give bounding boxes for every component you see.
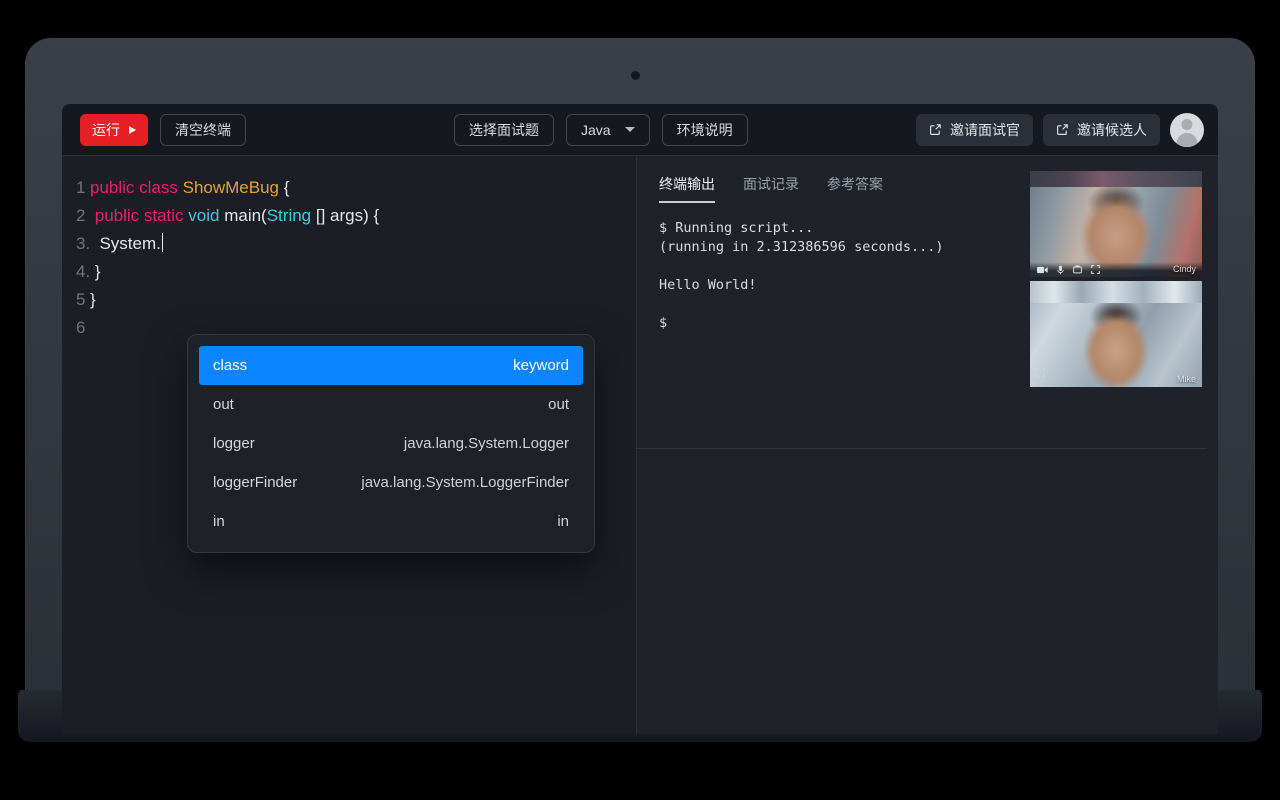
output-tab[interactable]: 参考答案 (827, 174, 883, 203)
video-tiles: Cindy Mike (1030, 171, 1202, 391)
participant-name: Cindy (1172, 264, 1196, 274)
fullscreen-icon[interactable] (1036, 364, 1045, 382)
external-link-icon (929, 123, 942, 136)
autocomplete-item-label: out (213, 396, 234, 413)
language-select-value: Java (581, 121, 611, 138)
fullscreen-icon[interactable] (1091, 265, 1100, 274)
line-number: 3. (76, 234, 91, 253)
output-pane: 终端输出 面试记录 参考答案 $ Running script... (running… (637, 156, 1218, 734)
video-tile-participant[interactable]: Mike (1030, 281, 1202, 387)
autocomplete-item[interactable]: in in (199, 502, 583, 541)
app-screen: 运行 清空终端 选择面试题 Java 环境说明 邀请面试官 邀请候选人 1 pu… (62, 104, 1218, 734)
code-line: 5} (62, 286, 636, 314)
toolbar: 运行 清空终端 选择面试题 Java 环境说明 邀请面试官 邀请候选人 (62, 104, 1218, 156)
clear-terminal-button[interactable]: 清空终端 (160, 113, 246, 146)
select-question-button[interactable]: 选择面试题 (454, 113, 554, 146)
code-line-text: System. (90, 230, 164, 258)
line-number: 6 (76, 318, 86, 337)
line-number: 1 (76, 178, 86, 197)
autocomplete-item-detail: keyword (513, 357, 569, 374)
autocomplete-item-detail: out (548, 396, 569, 413)
autocomplete-item-label: logger (213, 435, 255, 452)
run-button-label: 运行 (92, 121, 120, 138)
invite-candidate-label: 邀请候选人 (1077, 121, 1147, 138)
screenshot-root: 运行 清空终端 选择面试题 Java 环境说明 邀请面试官 邀请候选人 1 pu… (0, 0, 1280, 800)
autocomplete-item[interactable]: out out (199, 385, 583, 424)
invite-interviewer-button[interactable]: 邀请面试官 (916, 113, 1033, 146)
toolbar-right-group: 邀请面试官 邀请候选人 (916, 112, 1204, 147)
select-question-label: 选择面试题 (469, 121, 539, 138)
output-tab[interactable]: 终端输出 (659, 174, 715, 203)
code-line-text: public class ShowMeBug { (90, 178, 290, 197)
external-link-icon (1056, 123, 1069, 136)
code-line: 4. } (62, 258, 636, 286)
autocomplete-item-label: in (213, 513, 225, 530)
video-tile-participant[interactable]: Cindy (1030, 171, 1202, 277)
mic-icon[interactable] (1057, 265, 1064, 275)
screen-share-icon[interactable] (1073, 265, 1082, 274)
line-number: 5 (76, 290, 86, 309)
laptop-webcam-dot (631, 71, 640, 80)
autocomplete-item[interactable]: logger java.lang.System.Logger (199, 424, 583, 463)
code-line-text: } (90, 262, 101, 281)
line-number: 2 (76, 206, 86, 225)
chevron-down-icon (624, 127, 635, 132)
line-number: 4. (76, 262, 91, 281)
avatar[interactable] (1170, 112, 1204, 147)
autocomplete-item-detail: java.lang.System.LoggerFinder (361, 474, 569, 491)
autocomplete-item-detail: in (557, 513, 569, 530)
invite-candidate-button[interactable]: 邀请候选人 (1043, 113, 1160, 146)
play-icon (129, 125, 136, 134)
workspace: 1 public class ShowMeBug {2 public static… (62, 156, 1218, 734)
code-line: 3. System. (62, 230, 636, 258)
clear-terminal-label: 清空终端 (175, 121, 231, 138)
participant-name: Mike (1176, 374, 1196, 384)
autocomplete-item-detail: java.lang.System.Logger (403, 435, 569, 452)
autocomplete-item-label: class (213, 357, 248, 374)
autocomplete-item[interactable]: loggerFinder java.lang.System.LoggerFinde… (199, 463, 583, 502)
env-note-label: 环境说明 (676, 121, 733, 138)
code-line-text: public static void main(String [] args) … (94, 206, 380, 225)
panel-divider (637, 448, 1207, 449)
run-button[interactable]: 运行 (80, 113, 148, 146)
code-lines[interactable]: 1 public class ShowMeBug {2 public static… (62, 156, 636, 342)
language-select[interactable]: Java (566, 113, 650, 146)
text-caret (161, 233, 164, 252)
toolbar-center-group: 选择面试题 Java 环境说明 (454, 113, 748, 146)
toolbar-left-group: 运行 清空终端 (62, 113, 246, 146)
invite-interviewer-label: 邀请面试官 (950, 121, 1020, 138)
code-editor-pane[interactable]: 1 public class ShowMeBug {2 public static… (62, 156, 637, 734)
autocomplete-item[interactable]: class keyword (199, 346, 583, 385)
camera-icon[interactable] (1037, 266, 1048, 274)
env-note-button[interactable]: 环境说明 (661, 113, 748, 146)
code-line: 2 public static void main(String [] args… (62, 202, 636, 230)
code-line-text: } (90, 290, 96, 309)
output-tab[interactable]: 面试记录 (743, 174, 799, 203)
code-line: 1 public class ShowMeBug { (62, 174, 636, 202)
autocomplete-list[interactable]: class keyword out out logger java.lang.System… (199, 346, 583, 541)
autocomplete-item-label: loggerFinder (213, 474, 298, 491)
autocomplete-popup[interactable]: class keyword out out logger java.lang.System… (187, 334, 595, 553)
